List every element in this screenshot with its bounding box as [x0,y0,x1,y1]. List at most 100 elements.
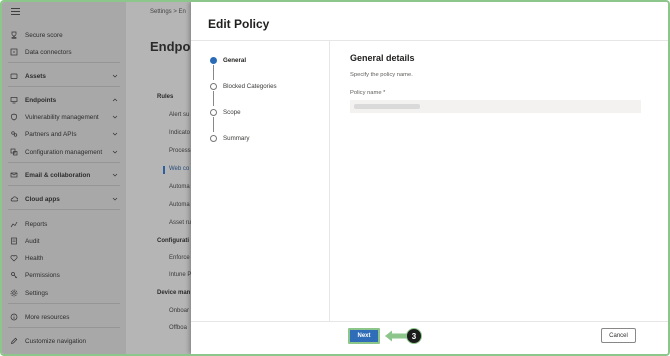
chevron-down-icon[interactable] [112,114,118,120]
chevron-up-icon[interactable] [112,97,118,103]
nav-item-email-collaboration[interactable]: Email & collaboration [2,168,126,182]
config-icon [10,148,18,156]
nav-item-settings[interactable]: Settings [2,286,126,300]
nav-item-label: Vulnerability management [25,113,99,121]
nav-item-label: Permissions [25,271,60,279]
settings-link[interactable]: Alert su [169,112,189,118]
wizard-step-summary[interactable]: Summary [210,133,249,143]
chevron-down-icon[interactable] [112,73,118,79]
panel-column-divider [329,40,330,321]
page-title: Endpoi [150,39,195,54]
panel-header-divider [191,40,668,41]
nav-item-data-connectors[interactable]: Data connectors [2,45,126,59]
footer-divider [191,321,668,322]
nav-item-more-resources[interactable]: More resources [2,310,126,324]
nav-divider [8,62,120,63]
config-heading: Configurati [157,238,189,244]
nav-item-label: Assets [25,72,46,80]
gear-icon [10,289,18,297]
reports-icon [10,220,18,228]
settings-link[interactable]: Asset ru [169,220,191,226]
audit-icon [10,237,18,245]
step-indicator [210,134,217,142]
wizard-step-scope[interactable]: Scope [210,107,241,117]
nav-item-label: Secure score [25,31,63,39]
cancel-button[interactable]: Cancel [601,328,636,343]
chevron-down-icon[interactable] [112,131,118,137]
nav-divider [8,185,120,186]
nav-item-cloud-apps[interactable]: Cloud apps [2,192,126,206]
endpoints-icon [10,96,18,104]
nav-item-label: Health [25,254,44,262]
nav-divider [8,162,120,163]
nav-item-label: Audit [25,237,40,245]
chevron-down-icon[interactable] [112,172,118,178]
nav-divider [8,86,120,87]
background-page: Settings > En Endpoi Rules Alert su Indi… [126,2,196,354]
chevron-down-icon[interactable] [112,196,118,202]
nav-item-health[interactable]: Health [2,251,126,265]
nav-item-label: Endpoints [25,96,57,104]
nav-item-label: Email & collaboration [25,171,91,179]
nav-divider [8,327,120,328]
app-window: Secure score Data connectors Assets Endp… [0,0,670,356]
step-label: Blocked Categories [223,82,277,90]
settings-link[interactable]: Offboa [169,325,187,331]
heart-icon [10,254,18,262]
nav-item-label: Customize navigation [25,337,87,345]
chevron-down-icon[interactable] [112,149,118,155]
hamburger-menu-icon[interactable] [11,8,20,15]
nav-item-vulnerability-management[interactable]: Vulnerability management [2,110,126,124]
section-description: Specify the policy name. [350,72,413,78]
device-heading: Device man [157,290,191,296]
nav-item-customize-navigation[interactable]: Customize navigation [2,334,126,348]
left-navigation: Secure score Data connectors Assets Endp… [2,2,126,354]
active-indicator [163,166,165,174]
step-connector [213,91,214,106]
wizard-step-general[interactable]: General [210,55,246,65]
step-connector [213,117,214,132]
rules-heading: Rules [157,94,174,100]
next-button[interactable]: Next [348,328,380,344]
current-step-indicator [210,56,217,64]
settings-link[interactable]: Enforce [169,255,190,261]
wizard-step-blocked-categories[interactable]: Blocked Categories [210,81,277,91]
settings-link[interactable]: Intune P [169,272,191,278]
settings-link[interactable]: Process [169,148,191,154]
step-label: Summary [223,134,250,142]
nav-divider [8,209,120,210]
nav-item-assets[interactable]: Assets [2,69,126,83]
edit-policy-panel: Edit Policy General Blocked Categories S… [191,2,668,354]
cloud-icon [10,195,18,203]
nav-item-endpoints[interactable]: Endpoints [2,93,126,107]
key-icon [10,271,18,279]
step-indicator [210,82,217,90]
policy-name-label: Policy name * [350,90,386,96]
settings-link[interactable]: Onboar [169,308,189,314]
settings-link[interactable]: Automa [169,202,190,208]
nav-item-label: Reports [25,220,48,228]
step-label: Scope [223,108,241,116]
nav-item-audit[interactable]: Audit [2,234,126,248]
nav-item-label: Settings [25,289,49,297]
step-indicator [210,108,217,116]
nav-item-secure-score[interactable]: Secure score [2,28,126,42]
nav-item-label: Cloud apps [25,195,60,203]
nav-item-configuration-management[interactable]: Configuration management [2,145,126,159]
nav-item-permissions[interactable]: Permissions [2,268,126,282]
nav-item-label: Configuration management [25,148,103,156]
nav-item-reports[interactable]: Reports [2,217,126,231]
settings-link-active[interactable]: Web co [169,166,189,172]
settings-link[interactable]: Indicato [169,130,190,136]
trophy-icon [10,31,18,39]
info-icon [10,313,18,321]
partners-icon [10,130,18,138]
nav-item-label: More resources [25,313,70,321]
nav-item-label: Data connectors [25,48,72,56]
step-number-badge: 3 [406,328,422,344]
shield-icon [10,113,18,121]
breadcrumb[interactable]: Settings > En [150,9,186,15]
nav-item-partners-and-apis[interactable]: Partners and APIs [2,127,126,141]
section-title: General details [350,53,415,63]
settings-link[interactable]: Automa [169,184,190,190]
